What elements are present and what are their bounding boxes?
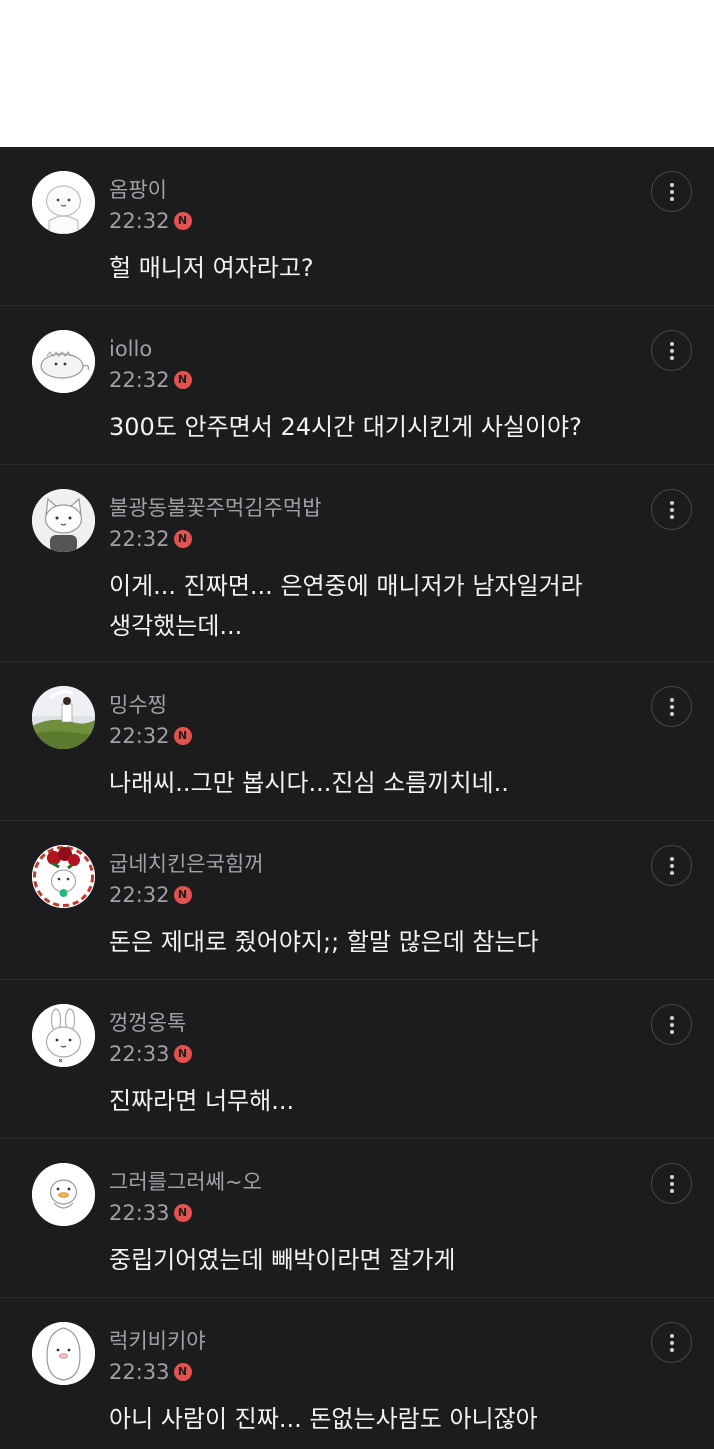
more-dots-icon (669, 1333, 674, 1338)
more-options-button[interactable] (651, 686, 692, 727)
dinosaur-character-avatar-icon[interactable] (32, 330, 95, 393)
comment-item: 옴팡이 22:32 N 헐 매니저 여자라고? (0, 147, 714, 306)
comment-text: 중립기어였는데 빼박이라면 잘가게 (109, 1246, 456, 1274)
comment-item: 그러를그러쎄~오 22:33 N 중립기어였는데 빼박이라면 잘가게 (0, 1139, 714, 1298)
more-options-button[interactable] (651, 489, 692, 530)
cat-character-avatar-icon[interactable] (32, 489, 95, 552)
more-dots-icon (669, 697, 674, 702)
comment-meta: 22:32 N (109, 526, 192, 552)
penguin-character-avatar-icon[interactable] (32, 1322, 95, 1385)
flower-character-avatar-icon[interactable] (32, 845, 95, 908)
comment-text: 이게... 진짜면... 은연중에 매니저가 남자일거라 생각했는데... (109, 572, 583, 640)
comment-time: 22:32 (109, 724, 170, 748)
new-badge: N (173, 1363, 192, 1381)
comment-time: 22:33 (109, 1042, 170, 1066)
more-options-button[interactable] (651, 845, 692, 886)
comment-time: 22:33 (109, 1360, 170, 1384)
new-badge: N (173, 212, 192, 230)
more-dots-icon (669, 341, 674, 346)
new-badge: N (173, 1045, 192, 1063)
new-badge: N (173, 371, 192, 389)
comment-nickname[interactable]: 밍수찡 (109, 692, 167, 718)
top-blank-area (0, 0, 714, 147)
comment-item: 밍수찡 22:32 N 나래씨..그만 봅시다...진심 소름끼치네.. (0, 662, 714, 821)
comment-meta: 22:32 N (109, 882, 192, 908)
comment-item: 껑껑옹톡 22:33 N 진짜라면 너무해... (0, 980, 714, 1139)
comment-meta: 22:33 N (109, 1041, 192, 1067)
comment-list: 옴팡이 22:32 N 헐 매니저 여자라고? iollo 22:32 N 30… (0, 147, 714, 1449)
more-dots-icon (669, 1015, 674, 1020)
comment-item: 굽네치킨은국힘꺼 22:32 N 돈은 제대로 줬어야지;; 할말 많은데 참는… (0, 821, 714, 980)
duck-character-avatar-icon[interactable] (32, 1163, 95, 1226)
comment-text: 진짜라면 너무해... (109, 1087, 295, 1115)
comment-nickname[interactable]: 그러를그러쎄~오 (109, 1169, 262, 1195)
cute-character-avatar-icon[interactable] (32, 171, 95, 234)
comment-meta: 22:32 N (109, 208, 192, 234)
comment-item: 럭키비키야 22:33 N 아니 사람이 진짜... 돈없는사람도 아니잖아 (0, 1298, 714, 1449)
more-options-button[interactable] (651, 171, 692, 212)
comment-time: 22:32 (109, 527, 170, 551)
comment-time: 22:32 (109, 209, 170, 233)
comment-nickname[interactable]: 껑껑옹톡 (109, 1010, 186, 1036)
comment-time: 22:32 (109, 883, 170, 907)
comment-meta: 22:32 N (109, 723, 192, 749)
more-options-button[interactable] (651, 1004, 692, 1045)
comment-nickname[interactable]: 불광동불꽃주먹김주먹밥 (109, 495, 322, 521)
more-dots-icon (669, 1174, 674, 1179)
new-badge: N (173, 727, 192, 745)
comment-time: 22:33 (109, 1201, 170, 1225)
new-badge: N (173, 886, 192, 904)
comment-text: 돈은 제대로 줬어야지;; 할말 많은데 참는다 (109, 928, 539, 956)
comment-item: iollo 22:32 N 300도 안주면서 24시간 대기시킨게 사실이야? (0, 306, 714, 465)
more-options-button[interactable] (651, 1322, 692, 1363)
photo-avatar-icon[interactable] (32, 686, 95, 749)
more-dots-icon (669, 500, 674, 505)
more-dots-icon (669, 182, 674, 187)
rabbit-character-avatar-icon[interactable] (32, 1004, 95, 1067)
comment-meta: 22:33 N (109, 1200, 192, 1226)
comment-meta: 22:32 N (109, 367, 192, 393)
new-badge: N (173, 1204, 192, 1222)
comment-nickname[interactable]: 럭키비키야 (109, 1328, 206, 1354)
comment-nickname[interactable]: iollo (109, 336, 152, 362)
comment-item: 불광동불꽃주먹김주먹밥 22:32 N 이게... 진짜면... 은연중에 매니… (0, 465, 714, 662)
more-options-button[interactable] (651, 330, 692, 371)
more-options-button[interactable] (651, 1163, 692, 1204)
more-dots-icon (669, 856, 674, 861)
comment-text: 아니 사람이 진짜... 돈없는사람도 아니잖아 (109, 1405, 538, 1433)
comment-text: 헐 매니저 여자라고? (109, 254, 314, 282)
comment-text: 나래씨..그만 봅시다...진심 소름끼치네.. (109, 769, 509, 797)
new-badge: N (173, 530, 192, 548)
comment-time: 22:32 (109, 368, 170, 392)
comment-text: 300도 안주면서 24시간 대기시킨게 사실이야? (109, 413, 582, 441)
comment-meta: 22:33 N (109, 1359, 192, 1385)
comment-nickname[interactable]: 굽네치킨은국힘꺼 (109, 851, 264, 877)
comment-nickname[interactable]: 옴팡이 (109, 177, 167, 203)
